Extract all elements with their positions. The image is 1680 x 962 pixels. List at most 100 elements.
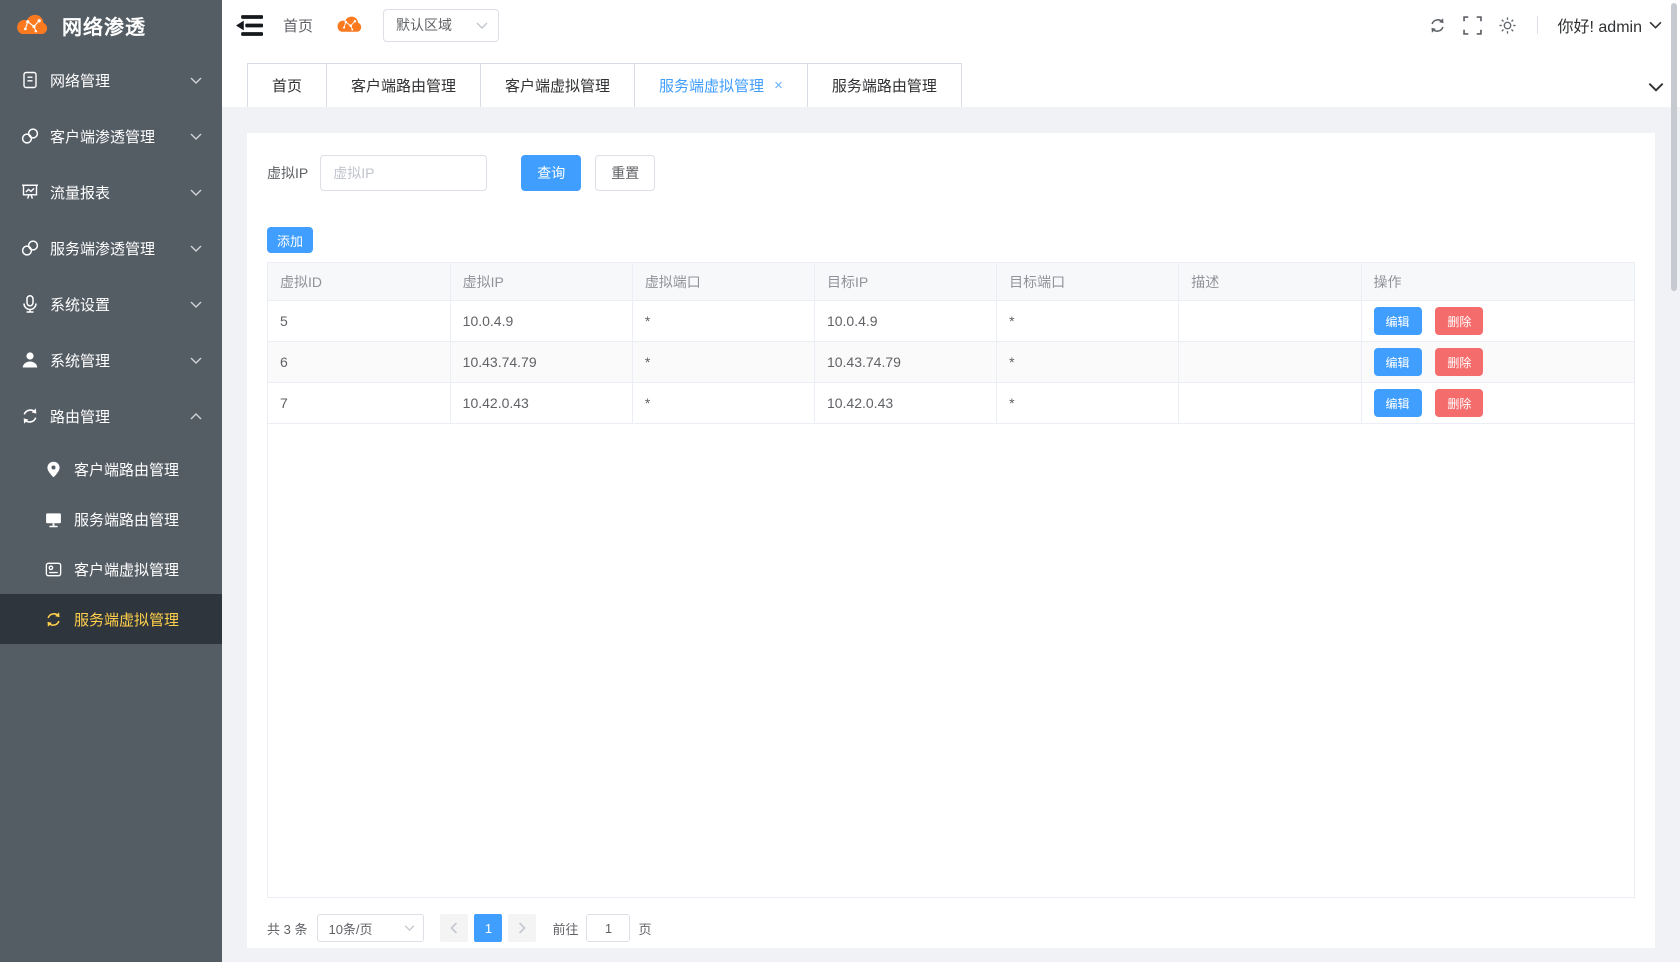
- link-icon: [20, 126, 40, 146]
- col-virtual-ip: 虚拟IP: [450, 263, 632, 301]
- scrollbar-thumb[interactable]: [1671, 3, 1677, 291]
- page-size-value: 10条/页: [328, 919, 372, 938]
- region-select-value: 默认区域: [396, 15, 452, 35]
- chevron-down-icon: [404, 925, 415, 931]
- cell-target-ip: 10.42.0.43: [814, 383, 996, 424]
- edit-button[interactable]: 编辑: [1374, 389, 1422, 417]
- add-button[interactable]: 添加: [267, 227, 313, 253]
- sidebar-item-server-pentest-mgmt[interactable]: 服务端渗透管理: [0, 220, 222, 276]
- col-virtual-id: 虚拟ID: [268, 263, 450, 301]
- tab-label: 首页: [272, 75, 302, 96]
- sidebar-item-client-pentest-mgmt[interactable]: 客户端渗透管理: [0, 108, 222, 164]
- reset-button[interactable]: 重置: [595, 155, 655, 191]
- col-description: 描述: [1179, 263, 1361, 301]
- pagination: 共 3 条 10条/页 1 前往 页: [267, 914, 1635, 942]
- chevron-right-icon: [518, 922, 526, 934]
- sidebar-subitem-server-virtual-mgmt[interactable]: 服务端虚拟管理: [0, 594, 222, 644]
- data-board-icon: [20, 182, 40, 202]
- search-form: 虚拟IP 查询 重置: [267, 155, 1635, 191]
- divider: [1537, 16, 1538, 34]
- sidebar-item-route-mgmt[interactable]: 路由管理: [0, 388, 222, 444]
- cell-description: [1179, 301, 1361, 342]
- virtual-ip-input[interactable]: [320, 155, 487, 191]
- delete-button[interactable]: 删除: [1435, 389, 1483, 417]
- tab-close-icon[interactable]: ×: [774, 77, 783, 94]
- next-page-button[interactable]: [508, 914, 536, 942]
- cell-virtual-port: *: [632, 342, 814, 383]
- delete-button[interactable]: 删除: [1435, 348, 1483, 376]
- data-table-container: 虚拟ID 虚拟IP 虚拟端口 目标IP 目标端口 描述 操作 5 10.0.4.: [267, 262, 1635, 898]
- tab-label: 客户端路由管理: [351, 75, 456, 96]
- cell-virtual-ip: 10.0.4.9: [450, 301, 632, 342]
- col-actions: 操作: [1361, 263, 1634, 301]
- region-select[interactable]: 默认区域: [383, 9, 499, 42]
- app-title: 网络渗透: [62, 11, 146, 40]
- refresh-icon: [44, 610, 63, 629]
- tab-server-route-mgmt[interactable]: 服务端路由管理: [808, 63, 962, 107]
- breadcrumb[interactable]: 首页: [283, 15, 313, 36]
- table-row: 5 10.0.4.9 * 10.0.4.9 * 编辑 删除: [268, 301, 1634, 342]
- tab-options-chevron-icon[interactable]: [1648, 82, 1664, 92]
- table-header-row: 虚拟ID 虚拟IP 虚拟端口 目标IP 目标端口 描述 操作: [268, 263, 1634, 301]
- user-menu[interactable]: 你好! admin: [1558, 13, 1662, 37]
- submenu-label: 客户端虚拟管理: [74, 559, 179, 580]
- brand-cloud-icon: [14, 12, 52, 39]
- page-suffix: 页: [638, 919, 651, 938]
- theme-sun-icon[interactable]: [1498, 16, 1517, 35]
- chevron-down-icon: [190, 133, 202, 140]
- sidebar-subitem-server-route-mgmt[interactable]: 服务端路由管理: [0, 494, 222, 544]
- user-icon: [20, 350, 40, 370]
- sidebar-item-traffic-report[interactable]: 流量报表: [0, 164, 222, 220]
- sidebar-subitem-client-virtual-mgmt[interactable]: 客户端虚拟管理: [0, 544, 222, 594]
- postcard-icon: [44, 560, 63, 579]
- menu-label: 系统管理: [50, 350, 110, 371]
- cell-target-ip: 10.0.4.9: [814, 301, 996, 342]
- page-number-button[interactable]: 1: [474, 914, 502, 942]
- delete-button[interactable]: 删除: [1435, 307, 1483, 335]
- chevron-up-icon: [190, 413, 202, 420]
- cell-virtual-port: *: [632, 301, 814, 342]
- tab-server-virtual-mgmt[interactable]: 服务端虚拟管理 ×: [635, 63, 808, 107]
- tab-home[interactable]: 首页: [247, 63, 327, 107]
- collapse-sidebar-icon[interactable]: [236, 14, 263, 37]
- cell-target-port: *: [997, 383, 1179, 424]
- tab-client-route-mgmt[interactable]: 客户端路由管理: [327, 63, 481, 107]
- chevron-down-icon: [190, 301, 202, 308]
- sidebar-item-system-mgmt[interactable]: 系统管理: [0, 332, 222, 388]
- sidebar-subitem-client-route-mgmt[interactable]: 客户端路由管理: [0, 444, 222, 494]
- search-field-label: 虚拟IP: [267, 163, 308, 183]
- edit-button[interactable]: 编辑: [1374, 307, 1422, 335]
- page-size-select[interactable]: 10条/页: [317, 914, 424, 942]
- menu-label: 网络管理: [50, 70, 110, 91]
- cell-virtual-id: 7: [268, 383, 450, 424]
- submenu-label: 客户端路由管理: [74, 459, 179, 480]
- header-actions: 你好! admin: [1428, 13, 1662, 37]
- cell-description: [1179, 383, 1361, 424]
- fullscreen-icon[interactable]: [1463, 16, 1482, 35]
- region-cloud-icon: [335, 14, 365, 36]
- chevron-down-icon: [190, 245, 202, 252]
- cell-virtual-id: 6: [268, 342, 450, 383]
- menu-label: 流量报表: [50, 182, 110, 203]
- edit-button[interactable]: 编辑: [1374, 348, 1422, 376]
- tab-label: 服务端路由管理: [832, 75, 937, 96]
- cell-virtual-id: 5: [268, 301, 450, 342]
- chevron-left-icon: [450, 922, 458, 934]
- col-target-ip: 目标IP: [814, 263, 996, 301]
- cell-actions: 编辑 删除: [1361, 383, 1634, 424]
- goto-page-input[interactable]: [586, 914, 630, 942]
- link-icon: [20, 238, 40, 258]
- tab-label: 客户端虚拟管理: [505, 75, 610, 96]
- menu-label: 客户端渗透管理: [50, 126, 155, 147]
- tab-label: 服务端虚拟管理: [659, 75, 764, 96]
- refresh-icon[interactable]: [1428, 16, 1447, 35]
- tab-client-virtual-mgmt[interactable]: 客户端虚拟管理: [481, 63, 635, 107]
- table-row: 7 10.42.0.43 * 10.42.0.43 * 编辑 删除: [268, 383, 1634, 424]
- pagination-total: 共 3 条: [267, 919, 307, 938]
- location-icon: [44, 460, 63, 479]
- prev-page-button[interactable]: [440, 914, 468, 942]
- query-button[interactable]: 查询: [521, 155, 581, 191]
- sidebar-item-network-mgmt[interactable]: 网络管理: [0, 52, 222, 108]
- sidebar-item-system-settings[interactable]: 系统设置: [0, 276, 222, 332]
- app-window: 网络渗透 网络管理 客户端渗透管理 流量报表: [0, 0, 1680, 962]
